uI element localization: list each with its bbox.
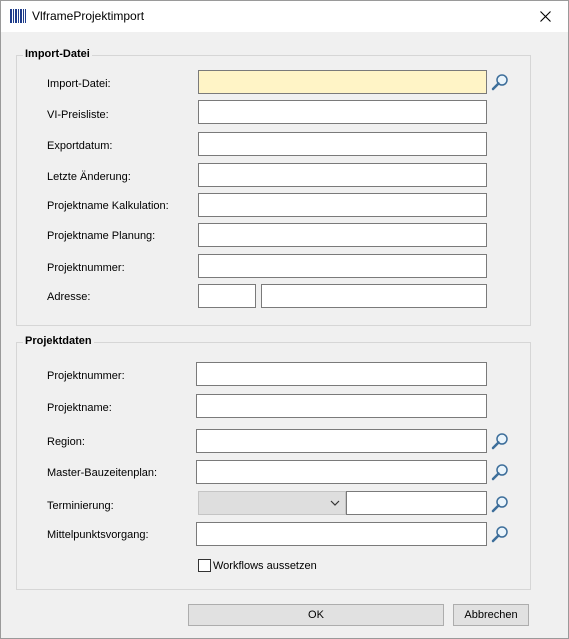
label-projektname-kalkulation: Projektname Kalkulation: bbox=[47, 200, 169, 212]
title-bar: VlframeProjektimport bbox=[1, 1, 568, 32]
label-mittelpunktsvorgang: Mittelpunktsvorgang: bbox=[47, 529, 149, 541]
app-icon bbox=[10, 9, 26, 23]
terminierung-search-icon[interactable] bbox=[491, 495, 509, 513]
label-letzte-aenderung: Letzte Änderung: bbox=[47, 171, 131, 183]
cancel-button[interactable]: Abbrechen bbox=[453, 604, 529, 626]
label-projektname: Projektname: bbox=[47, 402, 112, 414]
projektdaten-group-title: Projektdaten bbox=[23, 335, 94, 347]
label-projektnummer-import: Projektnummer: bbox=[47, 262, 125, 274]
mittelpunktsvorgang-input[interactable] bbox=[196, 522, 487, 546]
projektname-planung-input[interactable] bbox=[198, 223, 487, 247]
dialog-window: VlframeProjektimport Import-Datei Import… bbox=[0, 0, 569, 639]
projektnummer-import-input[interactable] bbox=[198, 254, 487, 278]
ok-button[interactable]: OK bbox=[188, 604, 444, 626]
projektnummer-input[interactable] bbox=[196, 362, 487, 386]
letzte-aenderung-input[interactable] bbox=[198, 163, 487, 187]
region-search-icon[interactable] bbox=[491, 432, 509, 450]
workflows-aussetzen-checkbox[interactable] bbox=[198, 559, 211, 572]
adresse-ort-input[interactable] bbox=[261, 284, 487, 308]
vi-preisliste-input[interactable] bbox=[198, 100, 487, 124]
label-projektname-planung: Projektname Planung: bbox=[47, 230, 156, 242]
label-terminierung: Terminierung: bbox=[47, 500, 114, 512]
import-datei-input[interactable] bbox=[198, 70, 487, 94]
terminierung-input[interactable] bbox=[346, 491, 487, 515]
import-datei-search-icon[interactable] bbox=[491, 73, 509, 91]
master-bauzeitenplan-input[interactable] bbox=[196, 460, 487, 484]
projektname-kalkulation-input[interactable] bbox=[198, 193, 487, 217]
workflows-aussetzen-label[interactable]: Workflows aussetzen bbox=[213, 559, 317, 573]
label-master-bauzeitenplan: Master-Bauzeitenplan: bbox=[47, 467, 158, 479]
close-button[interactable] bbox=[522, 1, 568, 32]
region-input[interactable] bbox=[196, 429, 487, 453]
projektname-input[interactable] bbox=[196, 394, 487, 418]
import-datei-group-title: Import-Datei bbox=[23, 48, 92, 60]
label-region: Region: bbox=[47, 436, 85, 448]
chevron-down-icon bbox=[330, 500, 340, 506]
window-title: VlframeProjektimport bbox=[32, 9, 145, 23]
label-projektnummer: Projektnummer: bbox=[47, 370, 125, 382]
adresse-plz-input[interactable] bbox=[198, 284, 256, 308]
label-adresse: Adresse: bbox=[47, 291, 91, 303]
exportdatum-input[interactable] bbox=[198, 132, 487, 156]
close-icon bbox=[539, 11, 551, 22]
terminierung-dropdown[interactable] bbox=[198, 491, 346, 515]
label-exportdatum: Exportdatum: bbox=[47, 140, 113, 152]
mittelpunktsvorgang-search-icon[interactable] bbox=[491, 525, 509, 543]
label-vi-preisliste: VI-Preisliste: bbox=[47, 109, 109, 121]
label-import-datei: Import-Datei: bbox=[47, 78, 111, 90]
master-bauzeitenplan-search-icon[interactable] bbox=[491, 463, 509, 481]
